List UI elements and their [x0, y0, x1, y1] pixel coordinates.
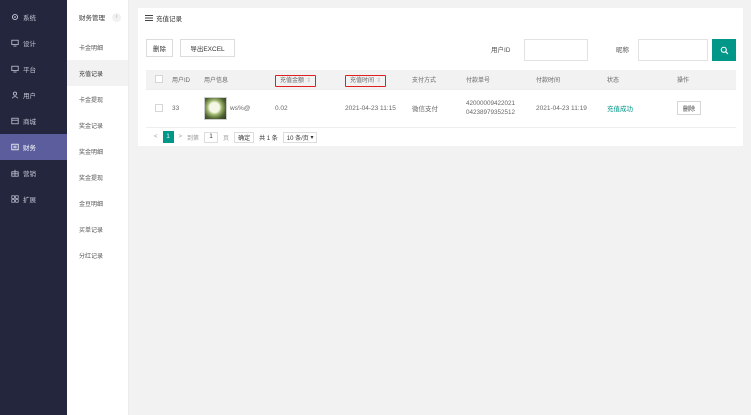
nickname-label: 昵称	[616, 47, 629, 54]
goto-label: 到第	[187, 135, 200, 142]
nav-item-label: 设计	[23, 41, 36, 48]
submenu-item-card-withdraw[interactable]: 卡金提现	[67, 86, 128, 112]
finance-submenu: 财务管理 ‹ 卡金明细 充值记录 卡金提现 奖金记录 奖金明细 奖金提现 金豆明…	[67, 0, 129, 415]
select-all-checkbox[interactable]	[155, 75, 163, 84]
table-header: 用户ID 用户信息 充值金额 ⇕ 充值时间 ⇕ 支付方式 付款单号 付款时间 状态 …	[146, 70, 736, 90]
prev-page-button[interactable]: <	[154, 131, 158, 143]
user-id-label: 用户ID	[491, 47, 511, 54]
col-user-id: 用户ID	[172, 70, 204, 90]
list-icon	[145, 14, 153, 21]
nav-item-marketing[interactable]: 营销	[0, 160, 67, 186]
sort-icon[interactable]: ⇕	[376, 78, 381, 84]
cell-pay-time: 2021-04-23 11:19	[536, 89, 607, 128]
sort-icon[interactable]: ⇕	[306, 78, 311, 84]
nav-item-shop[interactable]: 商城	[0, 108, 67, 134]
col-amount[interactable]: 充值金额 ⇕	[275, 70, 345, 90]
user-id-input[interactable]	[524, 39, 588, 61]
nav-item-label: 财务	[23, 145, 36, 152]
cell-user-info: ws%@	[204, 89, 275, 128]
col-pay-method: 支付方式	[412, 70, 466, 90]
order-no-line-1: 42000009422021	[466, 100, 516, 107]
avatar	[204, 96, 227, 120]
monitor-icon	[10, 39, 19, 48]
search-icon	[720, 46, 728, 54]
finance-icon	[10, 143, 19, 152]
order-no-line-2: 04238979352512	[466, 109, 516, 116]
page-input[interactable]: 1	[204, 131, 219, 143]
next-page-button[interactable]: >	[179, 131, 183, 143]
search-button[interactable]	[712, 39, 736, 61]
col-user-info: 用户信息	[204, 70, 275, 90]
nav-item-platform[interactable]: 平台	[0, 56, 67, 82]
nav-item-system[interactable]: 系统	[0, 4, 67, 30]
shop-icon	[10, 117, 19, 126]
recharge-panel: 充值记录 删除 导出EXCEL 用户ID 昵称 用户ID 用户信息 充值金额 ⇕ …	[138, 8, 743, 146]
toolbar: 删除 导出EXCEL 用户ID 昵称	[146, 39, 736, 61]
export-excel-button[interactable]: 导出EXCEL	[180, 39, 235, 57]
col-order-no: 付款单号	[466, 70, 536, 90]
nav-item-label: 平台	[23, 67, 36, 74]
nav-item-design[interactable]: 设计	[0, 30, 67, 56]
submenu-item-dividend-record[interactable]: 分红记录	[67, 242, 128, 268]
submenu-item-recharge-record[interactable]: 充值记录	[67, 60, 128, 86]
cell-amount: 0.02	[275, 89, 345, 128]
submenu-item-bonus-detail[interactable]: 奖金明细	[67, 138, 128, 164]
nav-item-label: 扩展	[23, 197, 36, 204]
nav-item-finance[interactable]: 财务	[0, 134, 67, 160]
row-delete-button[interactable]: 删除	[677, 101, 701, 115]
cell-pay-method: 微信支付	[412, 89, 466, 128]
submenu-title: 财务管理	[79, 15, 105, 22]
submenu-item-bill-record[interactable]: 买单记录	[67, 216, 128, 242]
panel-title-text: 充值记录	[156, 15, 182, 23]
gear-icon	[10, 13, 19, 22]
cell-user-id: 33	[172, 89, 204, 128]
page-1-button[interactable]: 1	[162, 131, 174, 143]
nav-item-label: 用户	[23, 93, 36, 100]
chevron-left-icon[interactable]: ‹	[112, 12, 121, 22]
total-count: 共 1 条	[259, 135, 278, 142]
cell-order-no: 42000009422021 04238979352512	[466, 89, 536, 128]
submenu-item-bean-detail[interactable]: 金豆明细	[67, 190, 128, 216]
nav-item-label: 系统	[23, 15, 36, 22]
delete-button[interactable]: 删除	[146, 39, 173, 57]
cell-action: 删除	[677, 89, 736, 128]
submenu-item-bonus-withdraw[interactable]: 奖金提现	[67, 164, 128, 190]
monitor-icon	[10, 65, 19, 74]
time-highlight: 充值时间 ⇕	[345, 74, 387, 87]
nav-item-label: 营销	[23, 171, 36, 178]
col-time[interactable]: 充值时间 ⇕	[345, 70, 412, 90]
nav-item-extend[interactable]: 扩展	[0, 186, 67, 212]
chevron-down-icon: ▾	[310, 134, 314, 141]
pagination: < 1 > 到第 1 页 确定 共 1 条 10 条/页 ▾	[154, 131, 322, 143]
grid-icon	[10, 195, 19, 204]
nav-item-user[interactable]: 用户	[0, 82, 67, 108]
submenu-item-bonus-record[interactable]: 奖金记录	[67, 112, 128, 138]
cell-nickname: ws%@	[230, 104, 251, 112]
page-unit-label: 页	[223, 135, 230, 142]
page-size-select[interactable]: 10 条/页 ▾	[282, 131, 318, 143]
nickname-input[interactable]	[638, 39, 708, 61]
nav-item-label: 商城	[23, 119, 36, 126]
col-pay-time: 付款时间	[536, 70, 607, 90]
amount-highlight: 充值金额 ⇕	[275, 74, 317, 87]
marketing-icon	[10, 169, 19, 178]
row-checkbox[interactable]	[155, 104, 163, 112]
cell-time: 2021-04-23 11:15	[345, 89, 412, 128]
panel-title: 充值记录	[138, 8, 743, 27]
status-badge: 充值成功	[607, 89, 677, 128]
submenu-item-card-detail[interactable]: 卡金明细	[67, 34, 128, 60]
main-nav: 系统 设计 平台 用户 商城 财务 营销 扩展	[0, 0, 67, 415]
confirm-page-button[interactable]: 确定	[234, 131, 255, 143]
recharge-table: 用户ID 用户信息 充值金额 ⇕ 充值时间 ⇕ 支付方式 付款单号 付款时间 状态 …	[146, 70, 736, 128]
submenu-header: 财务管理 ‹	[67, 0, 128, 34]
user-icon	[10, 91, 19, 100]
table-row: 33 ws%@ 0.02 2021-04-23 11:15 微信支付 42000…	[146, 89, 736, 128]
col-status: 状态	[607, 70, 677, 90]
col-action: 操作	[677, 70, 736, 90]
